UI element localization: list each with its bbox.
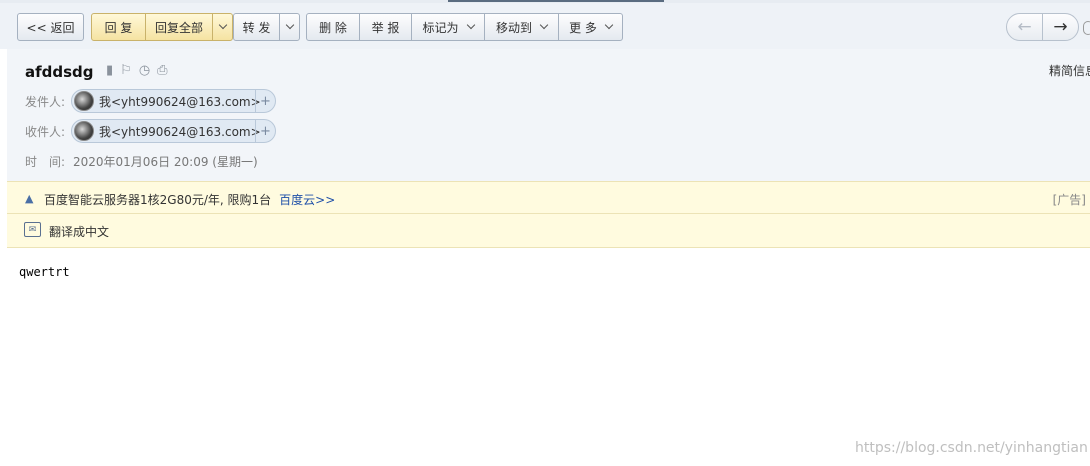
sender-address: 我<yht990624@163.com> [99,94,261,109]
left-gutter [0,49,7,466]
ad-text-container: 百度智能云服务器1核2G80元/年, 限购1台 百度云>> [44,191,335,208]
chevron-down-icon [285,20,294,30]
translate-icon: ✉ [24,222,41,237]
previous-mail-button[interactable]: ← [1006,13,1043,41]
reply-all-button[interactable]: 回复全部 [145,13,213,41]
more-label: 更 多 [569,20,597,35]
partial-button-edge [1083,21,1090,35]
reply-all-dropdown[interactable] [212,13,233,41]
back-button[interactable]: << 返回 [17,13,84,41]
sent-time: 2020年01月06日 20:09 (星期一) [73,155,258,169]
add-contact-icon[interactable]: + [255,90,275,112]
chevron-down-icon [466,20,475,30]
bookmark-icon[interactable]: ▮ [106,63,113,78]
report-button[interactable]: 举 报 [359,13,412,41]
ad-banner: ▲ 百度智能云服务器1核2G80元/年, 限购1台 百度云>> [广告] [7,181,1090,214]
sender-chip[interactable]: 我<yht990624@163.com> + [71,89,276,113]
mark-as-label: 标记为 [422,20,459,35]
chevron-down-icon [604,20,614,30]
avatar [74,91,94,111]
to-label: 收件人: [25,125,66,139]
clock-icon[interactable]: ◷ [139,63,150,78]
forward-dropdown[interactable] [279,13,300,41]
mail-navigation: ← → [1006,13,1080,41]
print-icon[interactable]: ⎙ [157,63,167,78]
arrow-right-icon: → [1053,17,1068,37]
arrow-left-icon: ← [1017,17,1032,37]
avatar [74,121,94,141]
ad-icon: ▲ [25,192,34,205]
more-dropdown[interactable]: 更 多 [558,13,623,41]
mail-toolbar: << 返回 回 复 回复全部 转 发 删 除 举 报 标记为 移动到 更 多 ←… [0,3,1090,49]
active-tab-indicator [448,0,664,2]
move-to-label: 移动到 [495,20,532,35]
mail-body: qwertrt [19,265,70,279]
move-to-dropdown[interactable]: 移动到 [484,13,559,41]
chevron-down-icon [218,20,227,30]
recipient-address: 我<yht990624@163.com> [99,124,261,139]
flag-icon[interactable]: ⚐ [120,63,132,78]
mark-as-dropdown[interactable]: 标记为 [411,13,485,41]
translate-link[interactable]: 翻译成中文 [49,223,109,240]
recipient-chip[interactable]: 我<yht990624@163.com> + [71,119,276,143]
delete-button[interactable]: 删 除 [306,13,360,41]
watermark: https://blog.csdn.net/yinhangtian [855,440,1088,456]
plain-view-link[interactable]: 精简信息 [1049,62,1090,79]
time-label: 时 间: [25,155,66,169]
forward-button[interactable]: 转 发 [233,13,280,41]
reply-button[interactable]: 回 复 [91,13,146,41]
mail-subject: afddsdg [25,63,94,81]
chevron-down-icon [539,20,549,30]
ad-tag: [广告] [1052,193,1086,207]
subject-actions: ▮ ⚐ ◷ ⎙ [106,63,168,78]
mail-header: afddsdg ▮ ⚐ ◷ ⎙ 精简信息 发件人: 我<yht990624@16… [7,49,1090,181]
next-mail-button[interactable]: → [1042,13,1079,41]
ad-link[interactable]: 百度云>> [279,193,335,207]
ad-text: 百度智能云服务器1核2G80元/年, 限购1台 [44,193,272,207]
from-label: 发件人: [25,95,66,109]
add-contact-icon[interactable]: + [255,120,275,142]
translate-banner: ✉ 翻译成中文 [7,214,1090,248]
